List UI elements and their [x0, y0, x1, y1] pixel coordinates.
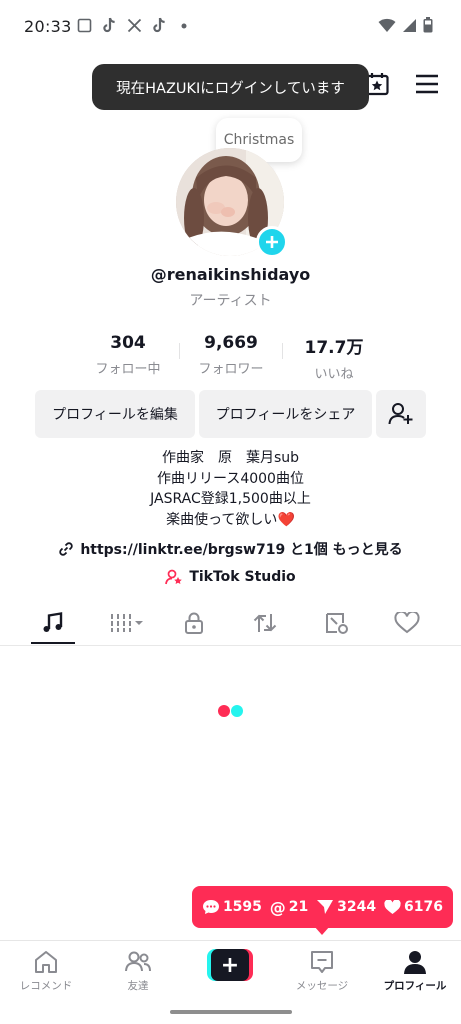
at-icon: @ [269, 897, 286, 917]
status-time: 20:33 [24, 17, 72, 36]
tiktok-studio-link[interactable]: TikTok Studio [0, 569, 461, 585]
tab-reposts[interactable] [243, 608, 287, 638]
home-indicator[interactable] [170, 1010, 292, 1014]
screenshot-icon [76, 17, 92, 34]
stat-likes-label: いいね [314, 367, 354, 382]
bio-line: 作曲家 原 葉月sub [161, 450, 300, 466]
music-note-icon [43, 612, 63, 632]
x-icon [126, 17, 142, 34]
status-system-icons [378, 17, 433, 37]
tab-music[interactable] [31, 608, 75, 638]
stat-likes-count: 17.7万 [304, 338, 364, 358]
active-tab-indicator [31, 642, 75, 644]
playlist-icon [111, 614, 143, 632]
nav-friends[interactable]: 友達 [98, 949, 178, 993]
nav-home[interactable]: レコメンド [6, 949, 86, 993]
battery-icon [423, 17, 433, 37]
stat-followers-count: 9,669 [204, 333, 258, 353]
likes-stat: 6176 [384, 899, 443, 915]
status-bar: 20:33 [0, 0, 461, 52]
nav-profile[interactable]: プロフィール [375, 949, 455, 993]
stat-followers[interactable]: 9,669 フォロワー [181, 333, 281, 377]
profile-category: アーティスト [189, 293, 272, 309]
tab-liked[interactable] [385, 608, 429, 638]
share-profile-button[interactable]: プロフィールをシェア [199, 390, 372, 438]
heart-outline-icon [394, 612, 420, 634]
create-button[interactable]: + [207, 949, 253, 981]
add-friend-button[interactable] [376, 390, 426, 438]
login-toast: 現在HAZUKIにログインしています [92, 64, 369, 110]
nav-inbox-label: メッセージ [295, 980, 349, 992]
friends-icon [125, 951, 151, 972]
stat-divider [282, 343, 283, 359]
stat-following-count: 304 [110, 333, 146, 353]
username: @renaikinshidayo [150, 265, 311, 284]
profile-link-text: https://linktr.ee/brgsw719 と1個 もっと見る [80, 542, 403, 558]
tiktok-icon [101, 17, 117, 34]
tagged-icon [326, 613, 348, 634]
bottom-nav: レコメンド 友達 + メッセージ プロフィール [0, 940, 461, 1000]
home-icon [35, 951, 57, 973]
edit-profile-button[interactable]: プロフィールを編集 [35, 390, 195, 438]
profile-tabs [0, 600, 461, 646]
send-icon [317, 900, 334, 914]
tiktok-icon [151, 17, 167, 34]
nav-home-label: レコメンド [19, 980, 73, 992]
studio-person-star-icon [165, 569, 183, 585]
link-icon [59, 542, 74, 556]
comment-icon [202, 900, 219, 914]
profile-bio: 作曲家 原 葉月sub 作曲リリース4000曲位 JASRAC登録1,500曲以… [0, 448, 461, 530]
status-notification-icons [76, 17, 192, 34]
nav-profile-label: プロフィール [383, 980, 447, 992]
mentions-count: 21 [288, 899, 309, 915]
create-plus-icon: + [211, 949, 249, 981]
stat-likes[interactable]: 17.7万 いいね [284, 333, 384, 382]
stat-divider [179, 343, 180, 359]
comments-count: 1595 [222, 899, 262, 915]
profile-link[interactable]: https://linktr.ee/brgsw719 と1個 もっと見る [0, 539, 461, 559]
wifi-icon [378, 18, 396, 37]
lock-icon [185, 612, 203, 634]
add-avatar-button[interactable] [256, 226, 288, 258]
heart-emoji: ❤️ [277, 511, 295, 528]
stat-followers-label: フォロワー [198, 362, 264, 377]
tab-tagged[interactable] [315, 608, 359, 638]
signal-icon [402, 18, 417, 37]
heart-icon [384, 899, 401, 914]
plus-icon [266, 236, 278, 248]
repost-icon [253, 614, 277, 632]
menu-icon[interactable] [411, 68, 443, 100]
shares-count: 3244 [337, 899, 377, 915]
loading-dot [231, 705, 243, 717]
add-person-icon [388, 403, 413, 425]
profile-icon [404, 951, 426, 974]
stat-following-label: フォロー中 [95, 362, 161, 377]
loading-dot [218, 705, 230, 717]
likes-count: 6176 [404, 899, 443, 915]
comments-stat: 1595 [202, 899, 262, 915]
bio-line: JASRAC登録1,500曲以上 [150, 491, 311, 507]
mentions-stat: @ 21 [270, 898, 308, 917]
shares-stat: 3244 [316, 899, 376, 915]
inbox-icon [311, 951, 333, 973]
tab-playlist[interactable] [105, 608, 149, 638]
dot-icon [176, 17, 192, 34]
bio-line-text: 楽曲使って欲しい [166, 511, 278, 528]
tab-private[interactable] [172, 608, 216, 638]
nav-friends-label: 友達 [127, 980, 149, 992]
activity-summary-bubble[interactable]: 1595 @ 21 3244 6176 [192, 886, 453, 928]
tiktok-studio-label: TikTok Studio [189, 569, 296, 585]
activity-bubble-tail [314, 926, 330, 935]
bio-line: 作曲リリース4000曲位 [157, 470, 304, 487]
stat-following[interactable]: 304 フォロー中 [78, 333, 178, 377]
nav-inbox[interactable]: メッセージ [282, 949, 362, 993]
bio-line: 楽曲使って欲しい❤️ [0, 510, 461, 531]
